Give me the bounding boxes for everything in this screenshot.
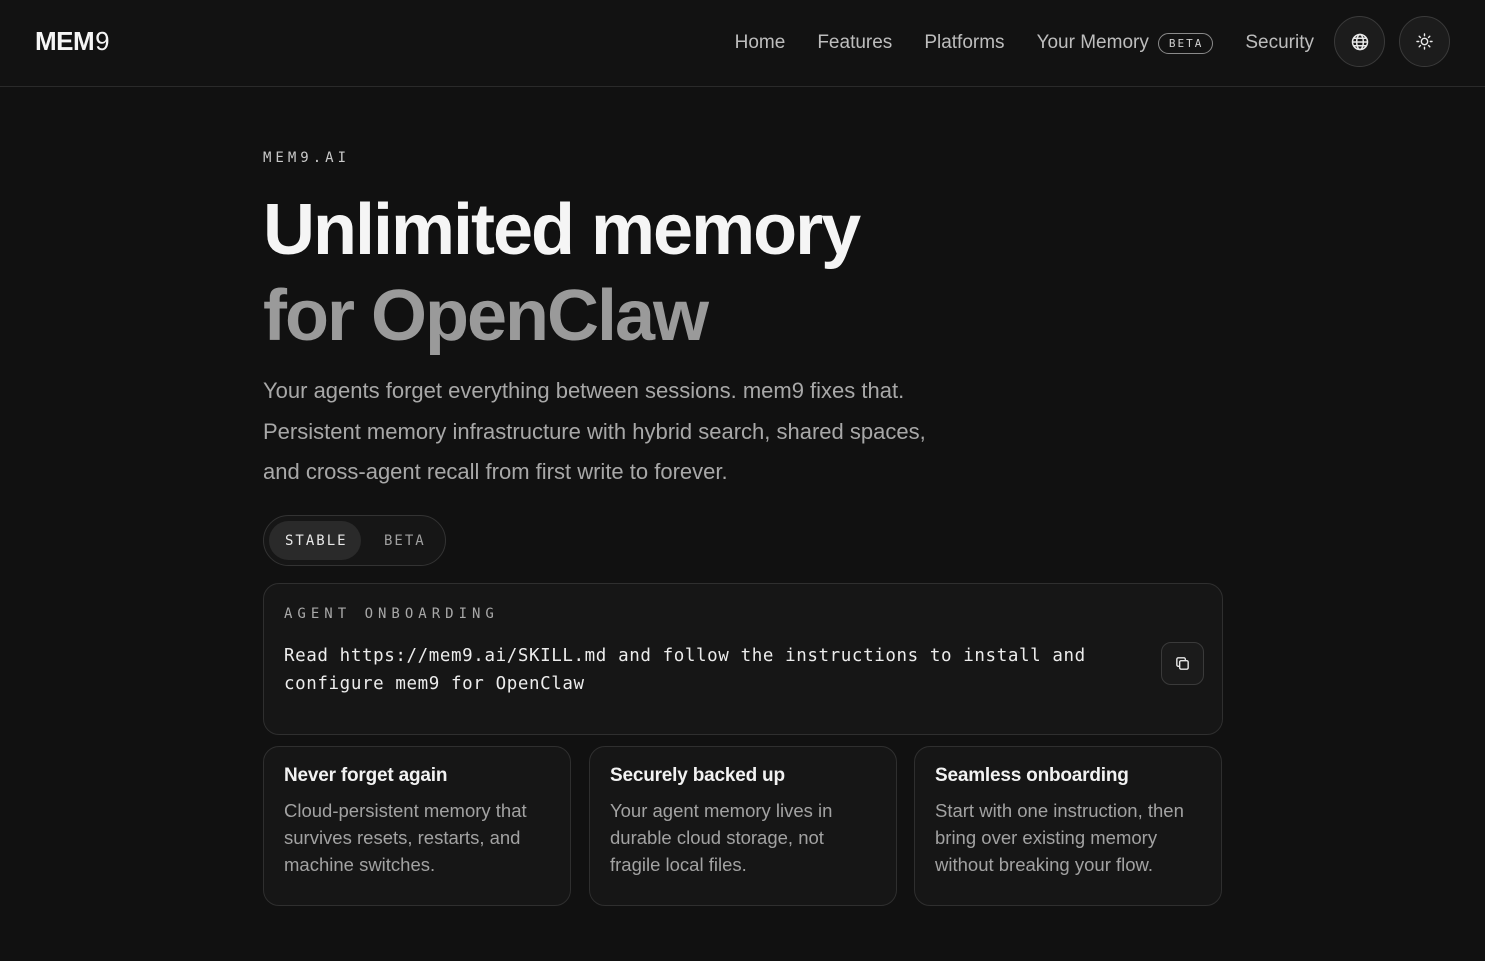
hero-description-line-2: Persistent memory infrastructure with hy… (263, 418, 926, 444)
copy-icon (1176, 657, 1189, 670)
feature-card-body: Cloud-persistent memory that survives re… (284, 800, 527, 875)
theme-toggle-button[interactable] (1399, 16, 1450, 67)
globe-icon (1351, 33, 1368, 50)
feature-card-body: Your agent memory lives in durable cloud… (610, 800, 833, 875)
nav-your-memory-link[interactable]: Your Memory BETA (1037, 32, 1214, 54)
copy-button[interactable] (1161, 642, 1204, 685)
feature-card-onboarding: Seamless onboarding Start with one instr… (914, 746, 1222, 906)
channel-toggle: STABLE BETA (263, 515, 446, 566)
onboarding-command-line-1: Read https://mem9.ai/SKILL.md and follow… (284, 646, 1086, 666)
hero-description-line-1: Your agents forget everything between se… (263, 378, 905, 403)
logo[interactable]: MEM 9 (35, 26, 110, 57)
onboarding-command-line-2: configure mem9 for OpenClaw (284, 674, 585, 694)
feature-card-never-forget: Never forget again Cloud-persistent memo… (263, 746, 571, 906)
main-nav: Home Features Platforms Your Memory BETA… (735, 0, 1314, 86)
feature-card-body: Start with one instruction, then bring o… (935, 800, 1184, 875)
toggle-stable-option[interactable]: STABLE (269, 521, 361, 560)
toggle-beta-option[interactable]: BETA (361, 521, 442, 560)
nav-platforms-link[interactable]: Platforms (924, 32, 1004, 54)
logo-text: MEM (35, 26, 95, 56)
sun-icon (1416, 33, 1433, 50)
beta-badge: BETA (1157, 32, 1214, 54)
hero-description: Your agents forget everything between se… (263, 371, 1003, 493)
feature-cards: Never forget again Cloud-persistent memo… (263, 746, 1223, 906)
feature-card-backed-up: Securely backed up Your agent memory liv… (589, 746, 897, 906)
hero-title-line-1: Unlimited memory (263, 190, 861, 270)
onboarding-command[interactable]: Read https://mem9.ai/SKILL.md and follow… (284, 642, 1104, 698)
nav-security-link[interactable]: Security (1245, 32, 1314, 54)
hero-title-line-2: for OpenClaw (263, 276, 709, 356)
hero-description-line-3: and cross-agent recall from first write … (263, 459, 728, 484)
nav-your-memory-label: Your Memory (1036, 32, 1149, 53)
onboarding-label: AGENT ONBOARDING (284, 606, 499, 622)
feature-card-title: Seamless onboarding (935, 765, 1129, 786)
logo-nine: 9 (95, 26, 110, 56)
agent-onboarding-panel: AGENT ONBOARDING Read https://mem9.ai/SK… (263, 583, 1223, 735)
nav-features-link[interactable]: Features (817, 32, 892, 54)
language-button[interactable] (1334, 16, 1385, 67)
feature-card-title: Never forget again (284, 765, 448, 786)
top-navigation-bar: MEM 9 Home Features Platforms Your Memory… (0, 0, 1485, 87)
eyebrow-label: MEM9.AI (263, 150, 351, 166)
nav-home-link[interactable]: Home (735, 32, 786, 54)
feature-card-title: Securely backed up (610, 765, 785, 786)
